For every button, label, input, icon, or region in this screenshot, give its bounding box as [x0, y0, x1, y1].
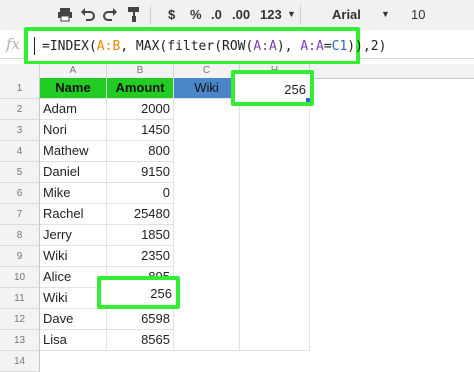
- cell-amount[interactable]: 1450: [107, 120, 174, 141]
- undo-icon[interactable]: [80, 6, 96, 22]
- row-header[interactable]: 5: [0, 162, 40, 183]
- formula-ref-c1: C1: [331, 39, 348, 54]
- row-header[interactable]: 9: [0, 246, 40, 267]
- decrease-decimals-button[interactable]: .0: [211, 7, 222, 22]
- formula-ref-aa: A:A: [300, 39, 324, 54]
- cell-name[interactable]: Jerry: [40, 225, 107, 246]
- formula-text: =INDEX(A:B, MAX(filter(ROW(A:A), A:A=C1)…: [42, 39, 386, 54]
- selection-handle[interactable]: [306, 98, 310, 102]
- row-header[interactable]: 3: [0, 120, 40, 141]
- font-family-select[interactable]: Arial: [332, 7, 361, 22]
- row-header[interactable]: 11: [0, 288, 40, 309]
- chevron-down-icon[interactable]: ▼: [287, 9, 296, 19]
- select-all-corner[interactable]: [0, 64, 40, 78]
- row-header[interactable]: 14: [0, 351, 40, 372]
- cell-amount[interactable]: 6598: [107, 309, 174, 330]
- cell-name[interactable]: Rachel: [40, 204, 107, 225]
- font-size-value: 10: [411, 7, 426, 22]
- increase-decimals-button[interactable]: .00: [232, 7, 250, 22]
- result-value: 256: [284, 82, 306, 97]
- result-cell-highlight[interactable]: 256: [231, 70, 314, 106]
- matched-value: 256: [150, 286, 172, 301]
- row-header[interactable]: 2: [0, 99, 40, 120]
- cell-amount[interactable]: 2000: [107, 99, 174, 120]
- cell-name[interactable]: Lisa: [40, 330, 107, 351]
- row-header[interactable]: 1: [0, 78, 40, 99]
- cell-b1-header-amount[interactable]: Amount: [107, 78, 174, 99]
- cell-name[interactable]: Nori: [40, 120, 107, 141]
- row-header[interactable]: 8: [0, 225, 40, 246]
- cell-name[interactable]: Dave: [40, 309, 107, 330]
- cell-amount[interactable]: 25480: [107, 204, 174, 225]
- cell-name[interactable]: Daniel: [40, 162, 107, 183]
- row-header[interactable]: 4: [0, 141, 40, 162]
- currency-format-button[interactable]: $: [168, 7, 175, 22]
- column-header-a[interactable]: A: [40, 64, 107, 78]
- row-header[interactable]: 10: [0, 267, 40, 288]
- formula-part: =INDEX(: [42, 39, 97, 54]
- column-c-empty-cells[interactable]: [174, 99, 240, 351]
- formula-ref-ab: A:B: [96, 39, 121, 54]
- cell-amount[interactable]: 2350: [107, 246, 174, 267]
- paint-format-icon[interactable]: [126, 6, 142, 22]
- formula-input[interactable]: =INDEX(A:B, MAX(filter(ROW(A:A), A:A=C1)…: [24, 27, 386, 65]
- percent-format-button[interactable]: %: [190, 7, 202, 22]
- cell-amount[interactable]: 1850: [107, 225, 174, 246]
- cell-name[interactable]: Wiki: [40, 246, 107, 267]
- column-h-empty-cells[interactable]: [240, 99, 310, 351]
- cell-name[interactable]: Mathew: [40, 141, 107, 162]
- formula-part: ),: [276, 39, 301, 54]
- row-header[interactable]: 13: [0, 330, 40, 351]
- formula-part: , MAX(filter(ROW(: [120, 39, 254, 54]
- cell-amount[interactable]: 9150: [107, 162, 174, 183]
- cell-amount[interactable]: 8565: [107, 330, 174, 351]
- font-size-select[interactable]: 10: [395, 4, 461, 24]
- matched-cell-highlight[interactable]: 256: [97, 276, 180, 309]
- cell-name[interactable]: Adam: [40, 99, 107, 120]
- formula-ref-aa: A:A: [253, 39, 277, 54]
- formula-part: )),2): [347, 39, 387, 54]
- redo-icon[interactable]: [102, 6, 118, 22]
- toolbar-separator: [150, 5, 151, 25]
- column-header-b[interactable]: B: [107, 64, 174, 78]
- row-header[interactable]: 12: [0, 309, 40, 330]
- cell-amount[interactable]: 800: [107, 141, 174, 162]
- chevron-down-icon[interactable]: ▼: [381, 9, 390, 19]
- toolbar-separator: [300, 5, 301, 25]
- cell-a1-header-name[interactable]: Name: [40, 78, 107, 99]
- print-icon[interactable]: [57, 6, 73, 22]
- column-header-next[interactable]: [310, 64, 474, 78]
- cell-name[interactable]: Mike: [40, 183, 107, 204]
- cell-amount[interactable]: 0: [107, 183, 174, 204]
- row-header[interactable]: 7: [0, 204, 40, 225]
- formula-part: =: [323, 39, 332, 54]
- text-caret: [34, 37, 35, 55]
- more-formats-button[interactable]: 123: [260, 7, 282, 22]
- fx-icon: fx: [6, 35, 21, 53]
- row-header[interactable]: 6: [0, 183, 40, 204]
